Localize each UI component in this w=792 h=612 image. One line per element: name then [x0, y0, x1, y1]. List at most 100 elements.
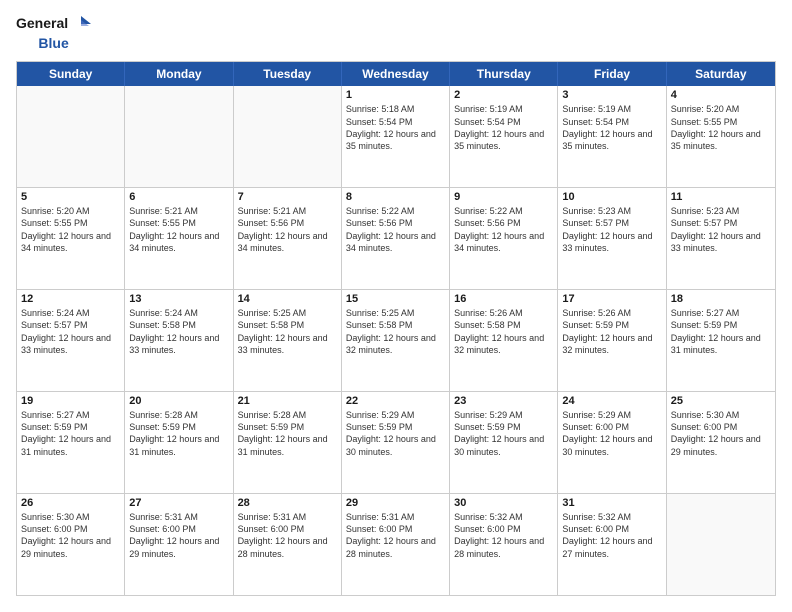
day-cell: 29Sunrise: 5:31 AM Sunset: 6:00 PM Dayli… — [342, 494, 450, 595]
day-cell: 30 Sunrise: 5:32 AM Sunset: 6:00 PM Dayli… — [450, 494, 558, 595]
day-cell: 31 Sunrise: 5:32 AM Sunset: 6:00 PM Dayli… — [558, 494, 666, 595]
day-info: Sunrise: 5:22 AM Sunset: 5:56 PM Dayligh… — [346, 205, 445, 254]
day-info: Sunrise: 5:23 AM Sunset: 5:57 PM Dayligh… — [562, 205, 661, 254]
day-number: 20 — [129, 395, 228, 407]
day-number: 2 — [454, 89, 553, 101]
day-number: 25 — [671, 395, 771, 407]
day-info: Sunrise: 5:22 AM Sunset: 5:56 PM Dayligh… — [454, 205, 553, 254]
day-cell: 2 Sunrise: 5:19 AM Sunset: 5:54 PM Daylig… — [450, 86, 558, 187]
day-info: Sunrise: 5:19 AM Sunset: 5:54 PM Dayligh… — [562, 103, 661, 152]
day-number: 10 — [562, 191, 661, 203]
day-number: 18 — [671, 293, 771, 305]
day-number: 28 — [238, 497, 337, 509]
day-cell: 25 Sunrise: 5:30 AM Sunset: 6:00 PM Dayli… — [667, 392, 775, 493]
day-number: 9 — [454, 191, 553, 203]
day-info: Sunrise: 5:31 AM Sunset: 6:00 PM Dayligh… — [238, 511, 337, 560]
day-cell: 12Sunrise: 5:24 AM Sunset: 5:57 PM Dayli… — [17, 290, 125, 391]
day-info: Sunrise: 5:27 AM Sunset: 5:59 PM Dayligh… — [671, 307, 771, 356]
logo-bird-icon — [71, 16, 91, 32]
calendar-header: SundayMondayTuesdayWednesdayThursdayFrid… — [17, 62, 775, 86]
day-info: Sunrise: 5:32 AM Sunset: 6:00 PM Dayligh… — [454, 511, 553, 560]
day-info: Sunrise: 5:31 AM Sunset: 6:00 PM Dayligh… — [346, 511, 445, 560]
day-cell: 26 Sunrise: 5:30 AM Sunset: 6:00 PM Dayli… — [17, 494, 125, 595]
day-info: Sunrise: 5:20 AM Sunset: 5:55 PM Dayligh… — [671, 103, 771, 152]
day-info: Sunrise: 5:31 AM Sunset: 6:00 PM Dayligh… — [129, 511, 228, 560]
day-info: Sunrise: 5:30 AM Sunset: 6:00 PM Dayligh… — [671, 409, 771, 458]
day-number: 27 — [129, 497, 228, 509]
day-header-saturday: Saturday — [667, 62, 775, 86]
day-cell: 28 Sunrise: 5:31 AM Sunset: 6:00 PM Dayli… — [234, 494, 342, 595]
day-header-friday: Friday — [558, 62, 666, 86]
day-info: Sunrise: 5:26 AM Sunset: 5:58 PM Dayligh… — [454, 307, 553, 356]
day-header-thursday: Thursday — [450, 62, 558, 86]
day-info: Sunrise: 5:25 AM Sunset: 5:58 PM Dayligh… — [346, 307, 445, 356]
day-number: 15 — [346, 293, 445, 305]
header: General Blue — [16, 16, 776, 51]
day-number: 7 — [238, 191, 337, 203]
day-info: Sunrise: 5:29 AM Sunset: 6:00 PM Dayligh… — [562, 409, 661, 458]
day-cell: 24 Sunrise: 5:29 AM Sunset: 6:00 PM Dayli… — [558, 392, 666, 493]
day-cell: 8 Sunrise: 5:22 AM Sunset: 5:56 PM Daylig… — [342, 188, 450, 289]
day-number: 6 — [129, 191, 228, 203]
day-cell: 20 Sunrise: 5:28 AM Sunset: 5:59 PM Dayli… — [125, 392, 233, 493]
day-cell: 22 Sunrise: 5:29 AM Sunset: 5:59 PM Dayli… — [342, 392, 450, 493]
day-number: 22 — [346, 395, 445, 407]
logo: General Blue — [16, 16, 91, 51]
day-info: Sunrise: 5:25 AM Sunset: 5:58 PM Dayligh… — [238, 307, 337, 356]
logo-blue: Blue — [38, 36, 68, 51]
day-number: 21 — [238, 395, 337, 407]
day-number: 1 — [346, 89, 445, 101]
day-info: Sunrise: 5:26 AM Sunset: 5:59 PM Dayligh… — [562, 307, 661, 356]
day-number: 5 — [21, 191, 120, 203]
day-number: 3 — [562, 89, 661, 101]
day-number: 14 — [238, 293, 337, 305]
day-info: Sunrise: 5:23 AM Sunset: 5:57 PM Dayligh… — [671, 205, 771, 254]
day-info: Sunrise: 5:24 AM Sunset: 5:58 PM Dayligh… — [129, 307, 228, 356]
page: General Blue SundayMondayTuesdayWednesda… — [0, 0, 792, 612]
day-number: 24 — [562, 395, 661, 407]
day-cell: 19 Sunrise: 5:27 AM Sunset: 5:59 PM Dayli… — [17, 392, 125, 493]
day-cell: 23 Sunrise: 5:29 AM Sunset: 5:59 PM Dayli… — [450, 392, 558, 493]
day-cell: 14 Sunrise: 5:25 AM Sunset: 5:58 PM Dayli… — [234, 290, 342, 391]
logo-general: General — [16, 16, 91, 32]
day-info: Sunrise: 5:27 AM Sunset: 5:59 PM Dayligh… — [21, 409, 120, 458]
day-cell: 6 Sunrise: 5:21 AM Sunset: 5:55 PM Daylig… — [125, 188, 233, 289]
day-number: 13 — [129, 293, 228, 305]
day-number: 11 — [671, 191, 771, 203]
day-cell: 3 Sunrise: 5:19 AM Sunset: 5:54 PM Daylig… — [558, 86, 666, 187]
day-cell — [125, 86, 233, 187]
day-info: Sunrise: 5:21 AM Sunset: 5:56 PM Dayligh… — [238, 205, 337, 254]
day-info: Sunrise: 5:20 AM Sunset: 5:55 PM Dayligh… — [21, 205, 120, 254]
day-cell: 18 Sunrise: 5:27 AM Sunset: 5:59 PM Dayli… — [667, 290, 775, 391]
day-cell: 17 Sunrise: 5:26 AM Sunset: 5:59 PM Dayli… — [558, 290, 666, 391]
day-number: 17 — [562, 293, 661, 305]
day-number: 19 — [21, 395, 120, 407]
day-header-tuesday: Tuesday — [234, 62, 342, 86]
day-header-sunday: Sunday — [17, 62, 125, 86]
day-number: 23 — [454, 395, 553, 407]
day-cell: 16Sunrise: 5:26 AM Sunset: 5:58 PM Dayli… — [450, 290, 558, 391]
day-cell: 15 Sunrise: 5:25 AM Sunset: 5:58 PM Dayli… — [342, 290, 450, 391]
day-info: Sunrise: 5:28 AM Sunset: 5:59 PM Dayligh… — [129, 409, 228, 458]
day-number: 30 — [454, 497, 553, 509]
day-info: Sunrise: 5:29 AM Sunset: 5:59 PM Dayligh… — [346, 409, 445, 458]
day-cell: 10 Sunrise: 5:23 AM Sunset: 5:57 PM Dayli… — [558, 188, 666, 289]
calendar-body: 1Sunrise: 5:18 AM Sunset: 5:54 PM Daylig… — [17, 86, 775, 595]
calendar: SundayMondayTuesdayWednesdayThursdayFrid… — [16, 61, 776, 596]
calendar-row-3: 12Sunrise: 5:24 AM Sunset: 5:57 PM Dayli… — [17, 289, 775, 391]
day-cell: 11 Sunrise: 5:23 AM Sunset: 5:57 PM Dayli… — [667, 188, 775, 289]
day-number: 4 — [671, 89, 771, 101]
day-info: Sunrise: 5:19 AM Sunset: 5:54 PM Dayligh… — [454, 103, 553, 152]
day-number: 31 — [562, 497, 661, 509]
day-info: Sunrise: 5:32 AM Sunset: 6:00 PM Dayligh… — [562, 511, 661, 560]
day-info: Sunrise: 5:29 AM Sunset: 5:59 PM Dayligh… — [454, 409, 553, 458]
day-number: 8 — [346, 191, 445, 203]
day-info: Sunrise: 5:30 AM Sunset: 6:00 PM Dayligh… — [21, 511, 120, 560]
day-header-wednesday: Wednesday — [342, 62, 450, 86]
day-cell: 27 Sunrise: 5:31 AM Sunset: 6:00 PM Dayli… — [125, 494, 233, 595]
day-info: Sunrise: 5:28 AM Sunset: 5:59 PM Dayligh… — [238, 409, 337, 458]
day-number: 26 — [21, 497, 120, 509]
day-cell — [234, 86, 342, 187]
day-info: Sunrise: 5:21 AM Sunset: 5:55 PM Dayligh… — [129, 205, 228, 254]
day-cell: 13 Sunrise: 5:24 AM Sunset: 5:58 PM Dayli… — [125, 290, 233, 391]
